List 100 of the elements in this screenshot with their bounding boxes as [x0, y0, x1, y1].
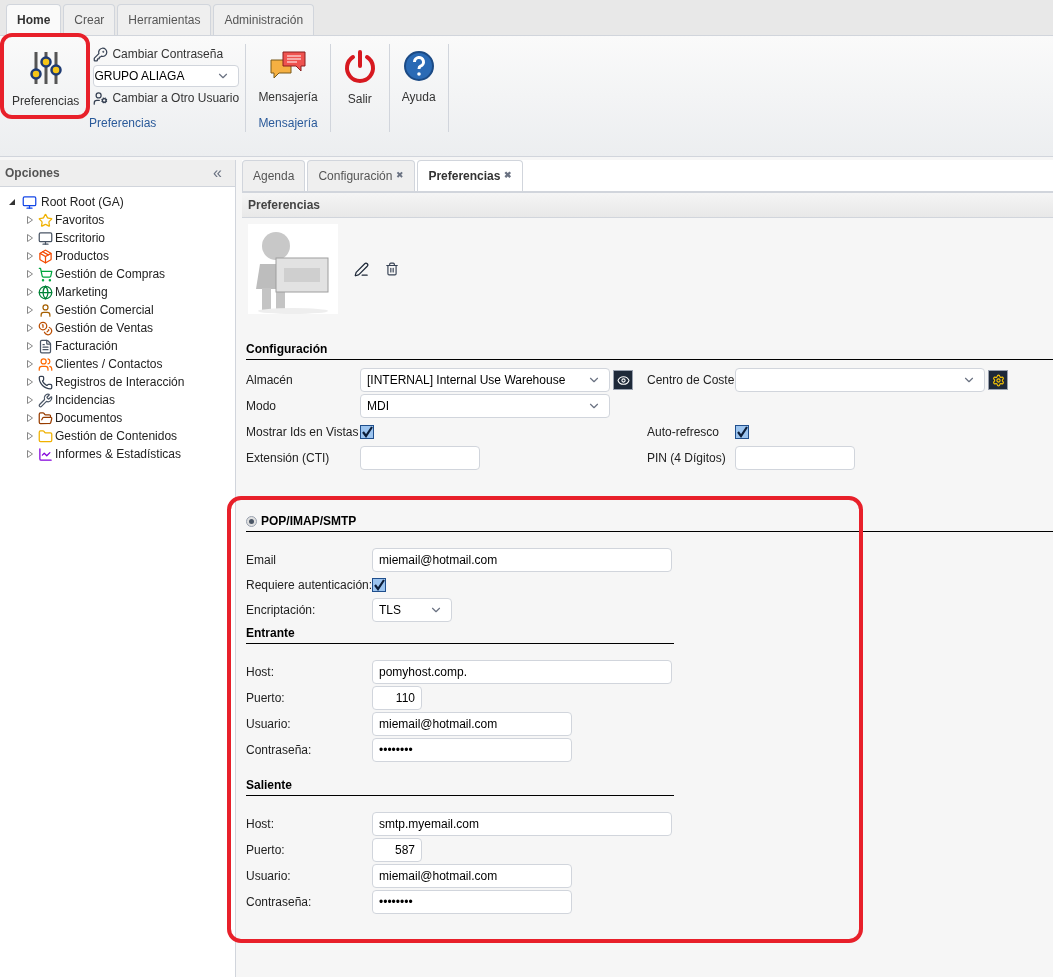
checkbox[interactable] [372, 578, 386, 592]
document-tab[interactable]: Configuración ✖ [307, 160, 416, 191]
link[interactable]: Cambiar a Otro Usuario [93, 89, 240, 107]
input-field[interactable]: •••••••• [372, 890, 572, 914]
tree-item[interactable]: Productos [55, 247, 110, 265]
field-label: Requiere autenticación: [246, 577, 372, 594]
gear-icon [991, 373, 1005, 387]
tree-item[interactable]: Root Root (GA) [41, 193, 124, 211]
coins-icon [38, 320, 53, 336]
tree-item[interactable]: Marketing [55, 283, 108, 301]
section-title: Entrante [246, 626, 295, 640]
dropdown[interactable]: [INTERNAL] Internal Use Warehouse [360, 368, 610, 392]
tree-item[interactable]: Clientes / Contactos [55, 355, 163, 373]
ribbon-button[interactable]: Ayuda [395, 44, 442, 106]
dropdown[interactable]: GRUPO ALIAGA [93, 65, 240, 87]
input-field[interactable]: miemail@hotmail.com [372, 864, 572, 888]
eye-icon [616, 373, 630, 387]
checkbox[interactable] [735, 425, 749, 439]
trash-icon[interactable] [385, 262, 399, 276]
tree-item[interactable]: Informes & Estadísticas [55, 445, 182, 463]
globe-icon [38, 284, 53, 300]
pencil-icon[interactable] [354, 261, 369, 277]
folder-icon [38, 410, 53, 426]
tree-toggle-icon[interactable] [26, 378, 34, 386]
ribbon-tab[interactable]: Crear [63, 4, 116, 35]
tree-item[interactable]: Registros de Interacción [55, 373, 185, 391]
wrench-icon [38, 392, 53, 408]
ribbon-tab[interactable]: Herramientas [117, 4, 212, 35]
field-label: Puerto: [246, 842, 286, 859]
tree-item[interactable]: Gestión de Compras [55, 265, 166, 283]
ribbon-tab[interactable]: Administración [213, 4, 315, 35]
close-icon[interactable]: ✖ [396, 169, 405, 183]
input-field[interactable]: 587 [372, 838, 422, 862]
tree-toggle-icon[interactable] [26, 414, 34, 422]
link[interactable]: Cambiar Contraseña [93, 45, 240, 63]
user-gear-icon [93, 90, 109, 106]
tree-toggle-icon[interactable] [26, 342, 34, 350]
tree-item[interactable]: Incidencias [55, 391, 116, 409]
power-icon [342, 50, 377, 84]
ribbon-button[interactable]: Mensajería [252, 44, 324, 106]
tree-item[interactable]: Escritorio [55, 229, 105, 247]
help-icon [402, 50, 435, 82]
tree-item[interactable]: Facturación [55, 337, 118, 355]
checkbox[interactable] [360, 425, 374, 439]
ribbon-button[interactable]: Salir [336, 44, 383, 108]
field-label: Contraseña: [246, 894, 313, 911]
lookup-button[interactable] [613, 370, 633, 390]
field-label: Usuario: [246, 868, 292, 885]
tree-toggle-icon[interactable] [26, 324, 34, 332]
tree-toggle-icon[interactable] [26, 252, 34, 260]
collapse-button[interactable]: « [213, 165, 230, 181]
tree-item[interactable]: Gestión de Ventas [55, 319, 154, 337]
document-tab[interactable]: Agenda [242, 160, 306, 191]
lookup-button[interactable] [988, 370, 1008, 390]
tree-item[interactable]: Gestión Comercial [55, 301, 154, 319]
tree-toggle-icon[interactable] [26, 306, 34, 314]
input-field[interactable]: 110 [372, 686, 422, 710]
input-field[interactable]: •••••••• [372, 738, 572, 762]
group-label: Preferencias [89, 115, 157, 132]
dropdown[interactable]: MDI [360, 394, 610, 418]
input-field[interactable]: miemail@hotmail.com [372, 712, 572, 736]
close-icon[interactable]: ✖ [504, 169, 513, 183]
tree-toggle-icon[interactable] [26, 216, 34, 224]
phone-icon [38, 374, 53, 390]
field-label: Encriptación: [246, 602, 317, 619]
tree-item[interactable]: Documentos [55, 409, 123, 427]
section-title: Saliente [246, 778, 293, 792]
folder-icon [38, 428, 53, 444]
input-field[interactable]: smtp.myemail.com [372, 812, 672, 836]
tree-item[interactable]: Favoritos [55, 211, 105, 229]
people-icon [38, 356, 53, 372]
ribbon-tab[interactable]: Home [6, 4, 62, 35]
tree-toggle-icon[interactable] [26, 234, 34, 242]
document-icon [38, 338, 53, 354]
document-tab[interactable]: Preferencias ✖ [417, 160, 524, 191]
tree-toggle-icon[interactable] [26, 360, 34, 368]
input-field[interactable]: miemail@hotmail.com [372, 548, 672, 572]
section-title: Configuración [246, 342, 328, 356]
cart-icon [38, 266, 53, 282]
field-label: Puerto: [246, 690, 286, 707]
line-chart-icon [38, 446, 53, 462]
field-label: Centro de Coste [647, 372, 735, 389]
field-label: Almacén [246, 372, 294, 389]
tree-toggle-icon[interactable] [26, 450, 34, 458]
input-field[interactable] [735, 446, 855, 470]
tree-toggle-icon[interactable] [26, 288, 34, 296]
dropdown[interactable]: TLS [372, 598, 452, 622]
input-field[interactable] [360, 446, 480, 470]
key-icon [93, 46, 109, 62]
input-field[interactable]: pomyhost.comp. [372, 660, 672, 684]
radio-button[interactable] [246, 515, 257, 527]
tree-toggle-icon[interactable] [26, 270, 34, 278]
star-icon [38, 212, 53, 228]
tree-toggle-icon[interactable] [8, 198, 16, 206]
sidebar-title: Opciones [5, 165, 60, 182]
tree-toggle-icon[interactable] [26, 396, 34, 404]
ribbon-button[interactable]: Preferencias [6, 44, 86, 110]
tree-item[interactable]: Gestión de Contenidos [55, 427, 178, 445]
tree-toggle-icon[interactable] [26, 432, 34, 440]
field-label: Mostrar Ids en Vistas [246, 424, 360, 441]
